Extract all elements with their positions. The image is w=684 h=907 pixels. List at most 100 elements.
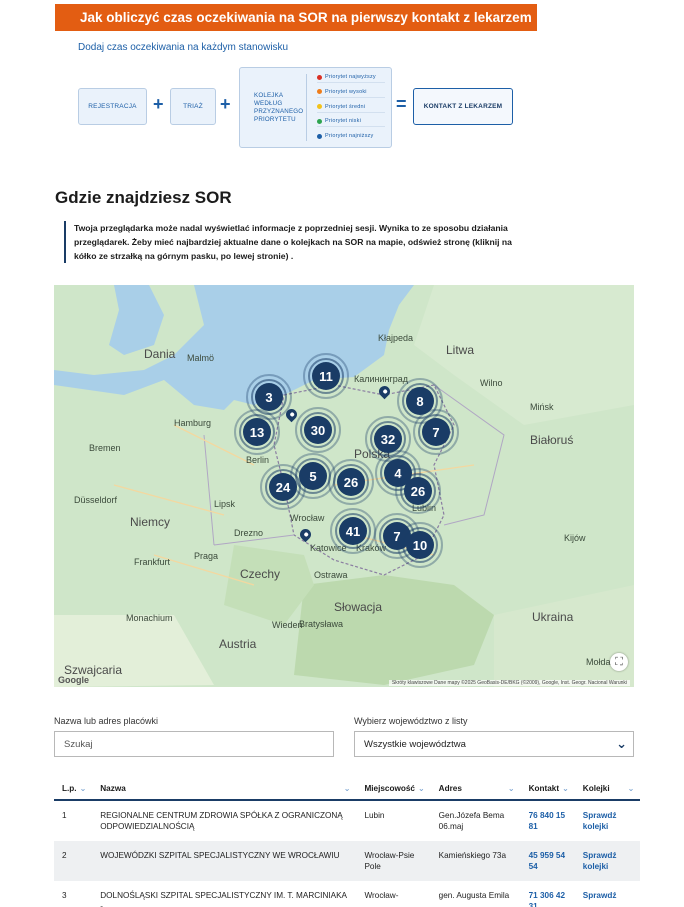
cell-lp: 1 (62, 811, 67, 820)
cell-contact[interactable]: 71 306 42 31 (521, 881, 575, 907)
sort-icon: ⌄ (507, 784, 515, 793)
map-label: Düsseldorf (74, 495, 118, 505)
region-select[interactable]: Wszystkie województwa ⌄ (354, 731, 634, 757)
map-cluster[interactable]: 7 (413, 409, 459, 455)
section-title: Gdzie znajdziesz SOR (55, 188, 232, 207)
cell-address: gen. Augusta Emila (438, 891, 510, 900)
map-label: Mińsk (530, 402, 554, 412)
map-label: Berlin (246, 455, 270, 465)
name-filter-label: Nazwa lub adres placówki (54, 716, 159, 726)
map-label: Praga (194, 551, 219, 561)
map-label: Bratysława (299, 619, 344, 629)
sort-icon: ⌄ (417, 784, 425, 793)
map-cluster[interactable]: 24 (260, 464, 306, 510)
cell-lp: 3 (62, 891, 67, 900)
column-header[interactable]: Adres ⌄ (430, 778, 521, 801)
cell-city: Lubin (364, 811, 385, 820)
map-attribution[interactable]: Skróty klawiszowe Dane mapy ©2025 GeoBas… (388, 680, 630, 686)
cell-contact[interactable]: 76 840 15 81 (521, 800, 575, 841)
check-queue-link[interactable]: Sprawdź kolejki (574, 841, 641, 881)
map-label: Wiedeń (272, 620, 303, 630)
page-banner: Jak obliczyć czas oczekiwania na SOR na … (55, 4, 537, 31)
chevron-down-icon: ⌄ (616, 736, 627, 751)
sort-icon: ⌄ (562, 784, 569, 793)
sort-icon: ⌄ (627, 784, 635, 793)
plus-sign: + (153, 94, 164, 114)
flow-registration: REJESTRACJA (78, 88, 147, 125)
map-label: Frankfurt (134, 557, 171, 567)
column-header[interactable]: Kontakt ⌄ (520, 778, 575, 801)
map-cluster[interactable]: 26 (395, 468, 441, 514)
google-logo: Google (58, 675, 89, 685)
cell-address: Kamieńskiego 73a (430, 841, 521, 881)
sort-icon: ⌄ (79, 784, 87, 793)
priority-dot-icon (317, 104, 322, 109)
column-header[interactable]: Miejscowość ⌄ (356, 778, 431, 801)
map-label: Niemcy (130, 515, 171, 529)
plus-sign: + (220, 94, 231, 114)
fullscreen-icon[interactable]: ⛶ (610, 653, 628, 671)
map-label: Słowacja (334, 600, 383, 614)
map-label: Monachium (126, 613, 173, 623)
cell-name: DOLNOŚLĄSKI SZPITAL SPECJALISTYCZNY IM. … (100, 891, 347, 907)
map-label: Ukraina (532, 610, 574, 624)
priority-dot-icon (317, 89, 322, 95)
cell-city: Wrocław- (364, 891, 399, 900)
flow-subtitle: Dodaj czas oczekiwania na każdym stanowi… (78, 42, 289, 53)
priority-dot-icon (317, 74, 322, 80)
map-cluster[interactable]: 13 (234, 409, 280, 455)
map-label: Калининград (354, 374, 409, 384)
map-label: Kłajpeda (378, 333, 414, 343)
priority-item: Priorytet średni (317, 104, 385, 113)
priority-item: Priorytet niski (317, 118, 385, 128)
sor-map[interactable]: Dania Malmö Kłajpeda Litwa Калининград W… (54, 285, 634, 687)
check-queue-link[interactable]: Sprawdź kolejki (575, 800, 641, 841)
equals-sign: = (396, 94, 407, 114)
map-cluster[interactable]: 26 (328, 459, 374, 505)
map-label: Wrocław (290, 513, 325, 523)
map-label: Kijów (564, 533, 586, 543)
map-label: Ostrawa (314, 570, 348, 580)
column-header[interactable]: Nazwa ⌄ (92, 778, 357, 801)
map-label: Hamburg (174, 418, 212, 428)
priority-dot-icon (317, 133, 322, 139)
column-header[interactable]: L.p. ⌄ (54, 778, 93, 801)
map-label: Litwa (446, 343, 475, 357)
search-input[interactable]: Szukaj (54, 731, 334, 757)
priority-dot-icon (317, 118, 322, 124)
map-label: Bremen (89, 443, 121, 453)
map-label: Dania (144, 347, 176, 361)
table-row: 2 WOJEWÓDZKI SZPITAL SPECJALISTYCZNY WE … (54, 841, 641, 881)
cell-name: REGIONALNE CENTRUM ZDROWIA SPÓŁKA Z OGRA… (100, 811, 343, 831)
table-row: 3 DOLNOŚLĄSKI SZPITAL SPECJALISTYCZNY IM… (54, 881, 640, 907)
map-label: Malmö (187, 353, 215, 363)
check-queue-link[interactable]: Sprawdź (575, 881, 641, 907)
browser-notice: Twoja przeglądarka może nadal wyświetlać… (64, 221, 534, 263)
column-header[interactable]: Kolejki ⌄ (574, 778, 641, 801)
cell-contact[interactable]: 45 959 54 54 (520, 841, 575, 881)
table-row: 1 REGIONALNE CENTRUM ZDROWIA SPÓŁKA Z OG… (54, 800, 640, 841)
map-cluster[interactable]: 30 (295, 407, 341, 453)
sort-icon: ⌄ (343, 784, 351, 793)
map-cluster[interactable]: 11 (303, 353, 349, 399)
map-cluster[interactable]: 10 (397, 522, 443, 568)
map-label: Czechy (240, 567, 281, 581)
cell-city: Wrocław-Psie Pole (356, 841, 431, 881)
cell-lp: 2 (54, 841, 93, 881)
map-label: Austria (219, 637, 257, 651)
flow-triage: TRIAŻ (170, 88, 216, 125)
map-label: Drezno (234, 528, 264, 538)
sor-table: L.p. ⌄ Nazwa ⌄ Miejscowość ⌄ Adres ⌄ Kontakt… (54, 778, 641, 907)
cell-name: WOJEWÓDZKI SZPITAL SPECJALISTYCZNY WE WR… (92, 841, 357, 881)
priority-list: Priorytet najwyższy Priorytet wysoki Pri… (306, 74, 385, 141)
priority-item: Priorytet najniższy (317, 133, 385, 141)
queue-label: KOLEJKA WEDŁUG PRZYZNANEGO PRIORYTETU (254, 91, 304, 123)
priority-item: Priorytet najwyższy (317, 74, 385, 83)
map-label: Wilno (480, 378, 503, 388)
region-filter-label: Wybierz województwo z listy (354, 716, 468, 726)
flow-doctor-contact: KONTAKT Z LEKARZEM (413, 88, 513, 125)
priority-item: Priorytet wysoki (317, 89, 385, 98)
map-cluster[interactable]: 41 (330, 508, 376, 554)
map-label: Lipsk (214, 499, 236, 509)
cell-address: Gen.Józefa Bema 06.maj (438, 811, 505, 831)
